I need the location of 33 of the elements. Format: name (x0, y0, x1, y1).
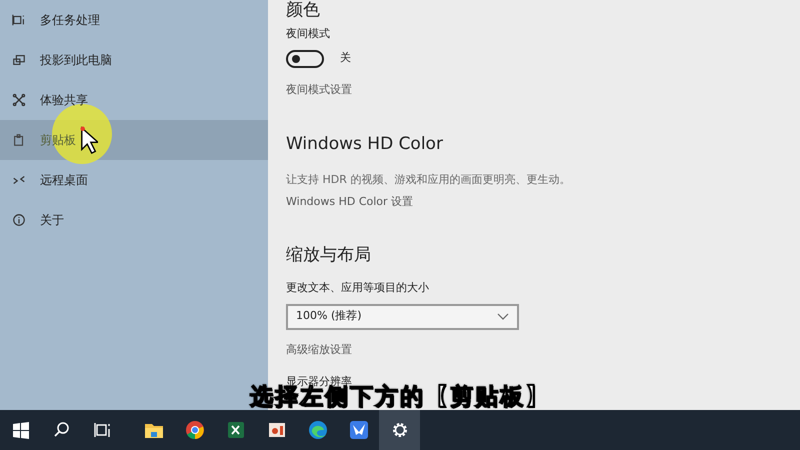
sidebar-item[interactable]: 体验共享 (0, 80, 268, 120)
cross-icon (12, 93, 26, 107)
scale-dropdown[interactable]: 100% (推荐) (286, 304, 519, 330)
task-view-icon (92, 420, 112, 440)
monitor-icon (12, 53, 26, 67)
spreadsheet-icon (226, 420, 246, 440)
multitask-icon (12, 13, 26, 27)
toggle-state-label: 关 (340, 50, 351, 66)
setting-label: 更改文本、应用等项目的大小 (286, 280, 430, 296)
sidebar-item[interactable]: 多任务处理 (0, 0, 268, 40)
settings-link[interactable]: 夜间模式设置 (286, 82, 800, 98)
section-heading: 颜色 (286, 0, 321, 20)
edge-icon (308, 420, 328, 440)
settings-link[interactable]: Windows HD Color 设置 (286, 194, 800, 210)
sidebar-item[interactable]: 投影到此电脑 (0, 40, 268, 80)
chevron-down-icon (497, 313, 509, 320)
sidebar-item[interactable]: 关于 (0, 200, 268, 240)
chrome-icon (184, 420, 204, 440)
presentation-icon (266, 420, 286, 440)
clipboard-icon (12, 133, 26, 147)
setting-label: 夜间模式 (286, 26, 331, 42)
taskbar-button[interactable] (379, 410, 420, 450)
section-heading: Windows HD Color (286, 133, 444, 156)
bird-icon (348, 420, 368, 440)
section-heading: 缩放与布局 (286, 244, 372, 266)
description-text: 让支持 HDR 的视频、游戏和应用的画面更明亮、更生动。 (286, 172, 572, 188)
settings-link[interactable]: 高级缩放设置 (286, 342, 800, 358)
sidebar-item[interactable]: 远程桌面 (0, 160, 268, 200)
info-icon (12, 213, 26, 227)
mouse-pointer-icon (80, 126, 98, 155)
chevrons-icon (12, 173, 26, 187)
windows-logo-icon (10, 420, 30, 440)
toggle-switch[interactable] (286, 50, 324, 68)
